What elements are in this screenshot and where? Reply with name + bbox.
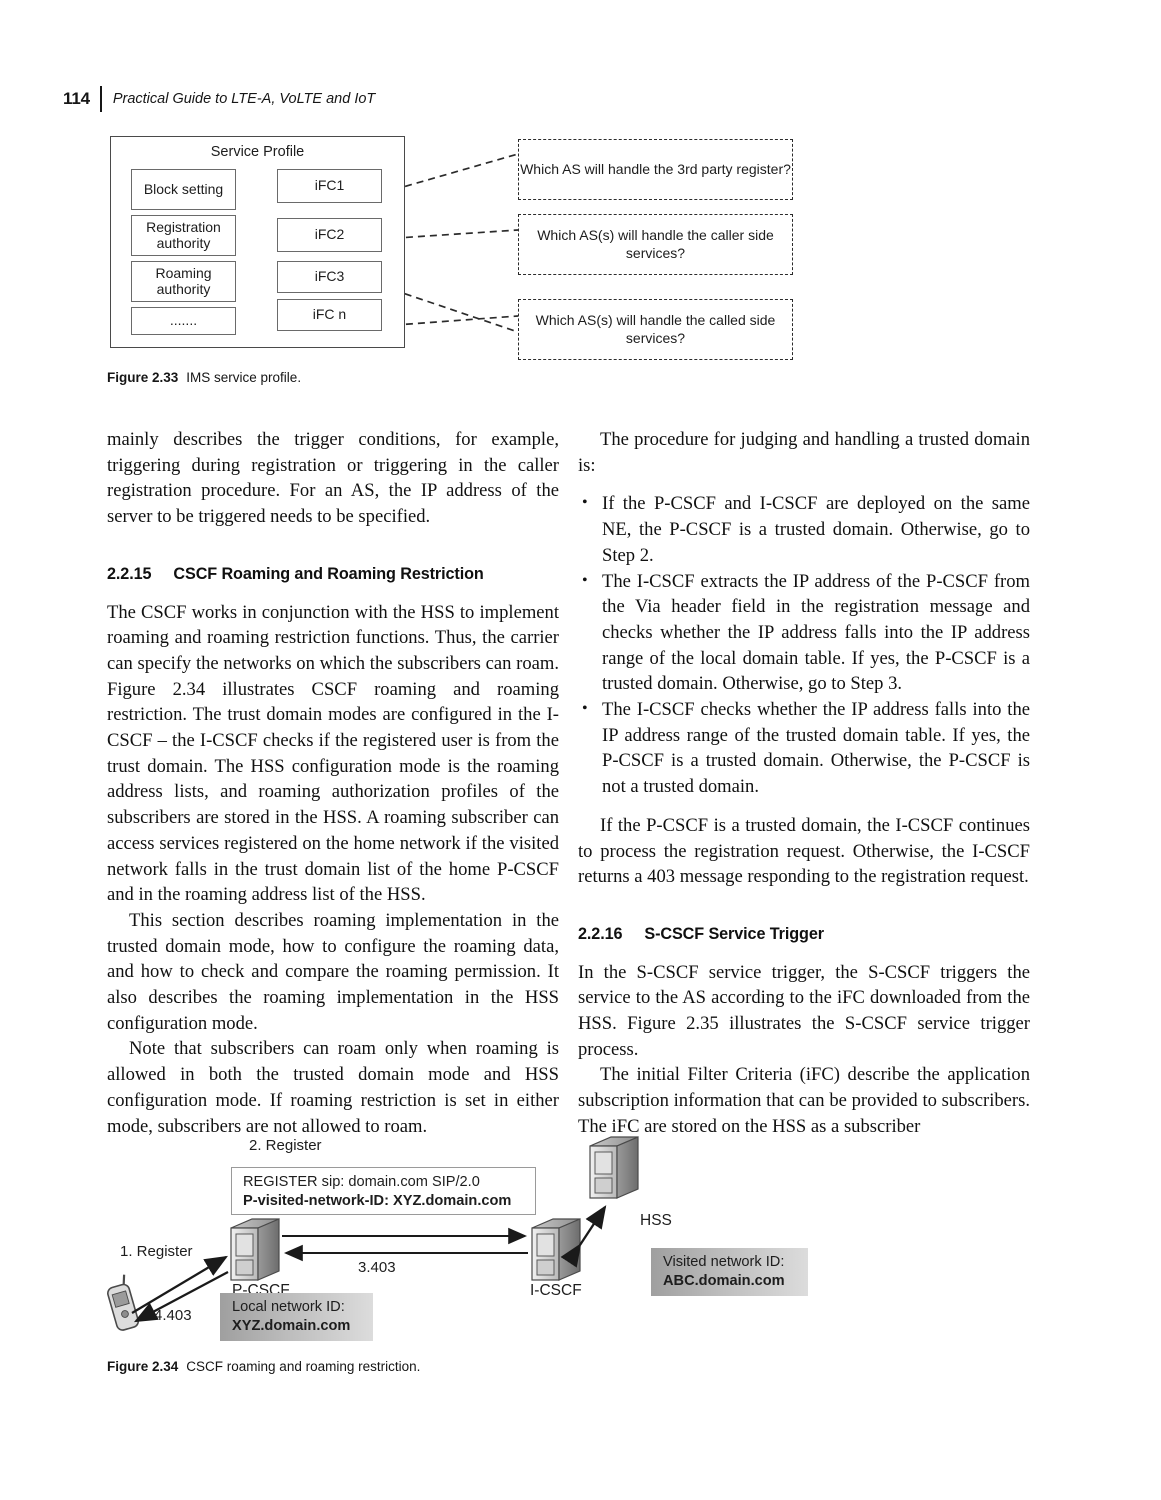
left-paragraph-1: mainly describes the trigger conditions,… <box>107 429 559 528</box>
server-icon-pcscf <box>230 1218 280 1281</box>
running-head: 114 Practical Guide to LTE-A, VoLTE and … <box>63 86 375 112</box>
service-profile-box-ellipsis: ....... <box>131 307 236 335</box>
section-heading-2-2-15: 2.2.15 CSCF Roaming and Roaming Restricti… <box>107 562 559 588</box>
visited-network-id-title: Visited network ID: <box>663 1254 785 1270</box>
body-left-column: mainly describes the trigger conditions,… <box>107 427 559 1139</box>
section-heading-2-2-16: 2.2.16 S-CSCF Service Trigger <box>578 922 1030 948</box>
right-paragraph-4: The initial Filter Criteria (iFC) descri… <box>578 1064 1030 1137</box>
figure-2-33-caption-text: IMS service profile. <box>186 370 302 385</box>
step-3-label: 3.403 <box>358 1259 396 1276</box>
section-title-2-2-15: CSCF Roaming and Roaming Restriction <box>173 564 484 583</box>
arrow-register-from-ue <box>131 1255 228 1314</box>
section-number-2-2-15: 2.2.15 <box>107 564 152 583</box>
server-icon-icscf <box>531 1218 581 1281</box>
page-number: 114 <box>63 89 90 108</box>
body-right-column: The procedure for judging and handling a… <box>578 427 1030 1140</box>
arrow-icscf-hss <box>560 1205 607 1268</box>
node-label-hss: HSS <box>640 1212 672 1229</box>
figure-2-33-caption-label: Figure 2.33 <box>107 370 179 385</box>
step-4-label: 4.403 <box>154 1307 192 1324</box>
figure-2-33: Service Profile Block setting Registrati… <box>110 136 810 360</box>
ifc-box-n: iFC n <box>277 299 382 331</box>
sip-register-line-1: REGISTER sip: domain.com SIP/2.0 <box>243 1174 480 1190</box>
server-icon-hss <box>589 1136 639 1199</box>
left-paragraph-4: Note that subscribers can roam only when… <box>107 1038 559 1137</box>
figure-2-34-caption-text: CSCF roaming and roaming restriction. <box>186 1359 421 1374</box>
service-profile-box-registration-authority: Registration authority <box>131 215 236 256</box>
list-item: The I-CSCF checks whether the IP address… <box>582 696 1030 800</box>
step-2-label: 2. Register <box>249 1137 322 1154</box>
trusted-domain-procedure-list: If the P-CSCF and I-CSCF are deployed on… <box>578 490 1030 800</box>
book-title: Practical Guide to LTE-A, VoLTE and IoT <box>112 91 376 107</box>
list-item: The I-CSCF extracts the IP address of th… <box>582 568 1030 698</box>
section-title-2-2-16: S-CSCF Service Trigger <box>644 924 824 943</box>
mobile-phone-icon <box>107 1274 140 1331</box>
sip-visited-network-id-line: P-visited-network-ID: XYZ.domain.com <box>243 1193 512 1210</box>
list-item: If the P-CSCF and I-CSCF are deployed on… <box>582 490 1030 568</box>
question-box-third-party-register: Which AS will handle the 3rd party regis… <box>518 139 793 200</box>
visited-network-id-box: Visited network ID: ABC.domain.com <box>651 1248 808 1296</box>
section-number-2-2-16: 2.2.16 <box>578 924 623 943</box>
figure-2-33-caption: Figure 2.33 IMS service profile. <box>107 370 301 385</box>
visited-network-id-value: ABC.domain.com <box>663 1272 785 1289</box>
figure-2-34-caption-label: Figure 2.34 <box>107 1359 179 1374</box>
service-profile-title: Service Profile <box>210 144 305 160</box>
question-box-caller-side-services: Which AS(s) will handle the caller side … <box>518 214 793 275</box>
right-paragraph-1: The procedure for judging and handling a… <box>578 429 1030 476</box>
ifc-box-1: iFC1 <box>277 169 382 203</box>
left-paragraph-3: This section describes roaming implement… <box>107 909 559 1034</box>
local-network-id-title: Local network ID: <box>232 1299 345 1315</box>
left-paragraph-2: The CSCF works in conjunction with the H… <box>107 601 559 906</box>
node-label-icscf: I-CSCF <box>530 1282 582 1299</box>
local-network-id-value: XYZ.domain.com <box>232 1317 351 1334</box>
step-1-label: 1. Register <box>120 1243 193 1260</box>
right-paragraph-2: If the P-CSCF is a trusted domain, the I… <box>578 814 1030 888</box>
sip-register-message-box: REGISTER sip: domain.com SIP/2.0 P-visit… <box>231 1167 536 1215</box>
service-profile-box-block-setting: Block setting <box>131 169 236 210</box>
local-network-id-box: Local network ID: XYZ.domain.com <box>220 1293 373 1341</box>
question-box-called-side-services: Which AS(s) will handle the called side … <box>518 299 793 360</box>
figure-2-34-caption: Figure 2.34 CSCF roaming and roaming rest… <box>107 1359 420 1374</box>
ifc-box-3: iFC3 <box>277 261 382 293</box>
ifc-box-2: iFC2 <box>277 218 382 252</box>
right-paragraph-3: In the S-CSCF service trigger, the S-CSC… <box>578 961 1030 1060</box>
figure-2-34: 2. Register REGISTER sip: domain.com SIP… <box>100 1135 890 1345</box>
service-profile-box-roaming-authority: Roaming authority <box>131 261 236 302</box>
